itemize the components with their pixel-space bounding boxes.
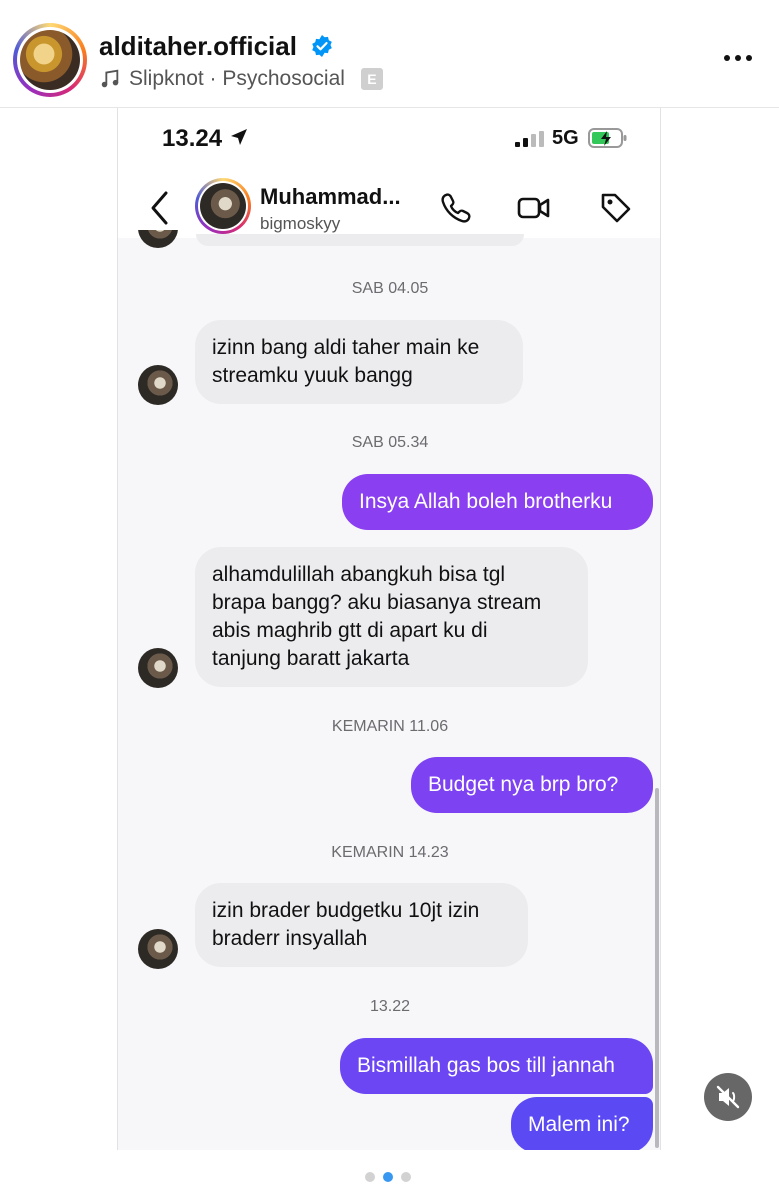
status-time: 13.24 (162, 125, 223, 152)
account-name[interactable]: alditaher.official (99, 31, 297, 62)
message-line: Insya Allah boleh brotherku (359, 490, 613, 513)
more-options-button[interactable] (722, 48, 754, 68)
contact-avatar[interactable] (195, 178, 251, 234)
message-timestamp: KEMARIN 14.23 (331, 844, 449, 861)
message-line: Malem ini? (528, 1113, 630, 1136)
message-timestamp: KEMARIN 11.06 (331, 718, 449, 735)
location-arrow-icon (231, 129, 247, 145)
post-header: alditaher.official Slipknot · Psychosoci… (0, 0, 779, 108)
mute-button[interactable] (704, 1073, 752, 1121)
message-line: izinn bang aldi taher main ke (212, 336, 480, 359)
sender-avatar[interactable] (138, 648, 178, 688)
incoming-message[interactable]: alhamdulillah abangkuh bisa tgl brapa ba… (195, 547, 588, 687)
outgoing-message[interactable]: Malem ini? (511, 1097, 653, 1150)
phone-icon[interactable] (438, 190, 474, 226)
muted-speaker-icon (716, 1085, 740, 1109)
sender-avatar (138, 230, 178, 248)
contact-username: bigmoskyy (260, 214, 341, 233)
message-timestamp: 13.22 (369, 998, 411, 1015)
message-bubble-partial (196, 234, 524, 246)
sender-avatar[interactable] (138, 929, 178, 969)
message-line: izin brader budgetku 10jt izin (212, 899, 480, 922)
verified-badge-icon (312, 35, 332, 57)
carousel-dot[interactable] (401, 1172, 411, 1182)
account-avatar[interactable] (13, 23, 87, 97)
music-title: Slipknot · Psychosocial (129, 67, 345, 90)
outgoing-message[interactable]: Budget nya brp bro? (411, 757, 653, 813)
message-line: tanjung baratt jakarta (212, 647, 410, 670)
chat-header: Muhammad... bigmoskyy (118, 168, 660, 244)
music-note-icon (101, 69, 119, 88)
video-camera-icon[interactable] (516, 190, 552, 226)
carousel-indicator (365, 1172, 411, 1182)
message-line: Budget nya brp bro? (428, 773, 619, 796)
back-chevron-icon[interactable] (148, 190, 172, 226)
message-timestamp: SAB 04.05 (351, 280, 429, 297)
contact-name[interactable]: Muhammad... (260, 184, 401, 210)
incoming-message[interactable]: izin brader budgetku 10jt izin braderr i… (195, 883, 528, 967)
message-line: brapa bangg? aku biasanya stream (212, 591, 542, 614)
chat-screenshot: 13.24 5G Muhammad... bigmoskyy SAB 04.05… (117, 108, 661, 1150)
message-line: alhamdulillah abangkuh bisa tgl (212, 563, 506, 586)
music-info[interactable]: Slipknot · Psychosocial E (99, 67, 383, 91)
carousel-dot[interactable] (365, 1172, 375, 1182)
sender-avatar[interactable] (138, 365, 178, 405)
message-timestamp: SAB 05.34 (351, 434, 429, 451)
scrollbar[interactable] (655, 788, 659, 1148)
signal-icon (515, 131, 544, 147)
message-line: abis maghrib gtt di apart ku di (212, 619, 488, 642)
battery-charging-icon (588, 128, 627, 148)
message-line: streamku yuuk bangg (212, 364, 413, 387)
message-line: Bismillah gas bos till jannah (357, 1054, 615, 1077)
outgoing-message[interactable]: Insya Allah boleh brotherku (342, 474, 653, 530)
incoming-message[interactable]: izinn bang aldi taher main ke streamku y… (195, 320, 523, 404)
message-line: braderr insyallah (212, 927, 368, 950)
explicit-badge: E (360, 68, 383, 90)
outgoing-message[interactable]: Bismillah gas bos till jannah (340, 1038, 653, 1094)
network-type: 5G (552, 127, 579, 149)
tag-icon[interactable] (598, 190, 634, 226)
carousel-dot-active[interactable] (383, 1172, 393, 1182)
